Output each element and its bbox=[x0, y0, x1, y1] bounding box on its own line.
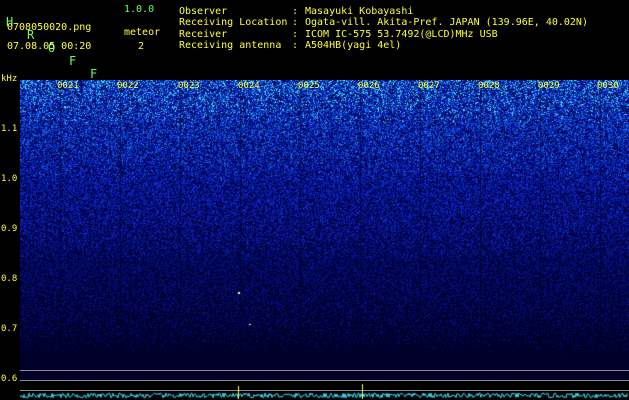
location-value: Ogata-vill. Akita-Pref. JAPAN (139.96E, … bbox=[305, 17, 588, 28]
time-tick-label: 0021 bbox=[57, 81, 79, 91]
time-tick-label: 0030 bbox=[597, 81, 619, 91]
observer-label: Observer bbox=[179, 6, 228, 17]
receiver-value: ICOM IC-575 53.7492(@LCD)MHz USB bbox=[305, 29, 498, 40]
y-tick-label: 0.9 bbox=[1, 224, 18, 234]
time-tick-label: 0023 bbox=[178, 81, 200, 91]
y-axis-unit: kHz bbox=[1, 74, 18, 84]
time-tick-label: 0028 bbox=[478, 81, 500, 91]
antenna-sep: : bbox=[292, 40, 299, 51]
location-label: Receiving Location bbox=[179, 17, 288, 28]
y-tick-label: 0.8 bbox=[1, 274, 18, 284]
y-tick-label: 1.1 bbox=[1, 124, 18, 134]
time-tick-label: 0024 bbox=[238, 81, 260, 91]
event-count: 2 bbox=[138, 41, 145, 52]
y-tick-label: 0.6 bbox=[1, 374, 18, 384]
observer-value: Masayuki Kobayashi bbox=[305, 6, 414, 17]
title-letter: F bbox=[69, 54, 77, 68]
antenna-value: A504HB(yagi 4el) bbox=[305, 40, 402, 51]
time-tick-label: 0025 bbox=[298, 81, 320, 91]
location-sep: : bbox=[292, 17, 299, 28]
receiver-sep: : bbox=[292, 29, 299, 40]
event-type: meteor bbox=[124, 27, 161, 38]
signal-level-trace bbox=[20, 380, 629, 400]
receiver-label: Receiver bbox=[179, 29, 228, 40]
y-tick-label: 1.0 bbox=[1, 174, 18, 184]
spectrogram-canvas bbox=[20, 80, 629, 380]
image-filename: 0708050020.png bbox=[7, 22, 92, 33]
reference-line bbox=[20, 370, 629, 371]
antenna-label: Receiving antenna bbox=[179, 40, 282, 51]
time-tick-label: 0022 bbox=[117, 81, 139, 91]
time-tick-label: 0026 bbox=[358, 81, 380, 91]
hrofft-screen: H R O F F T 1.0.0 0708050020.png meteor … bbox=[0, 0, 629, 400]
y-tick-label: 0.7 bbox=[1, 324, 18, 334]
time-tick-label: 0029 bbox=[538, 81, 560, 91]
app-version: 1.0.0 bbox=[124, 4, 155, 15]
time-tick-label: 0027 bbox=[418, 81, 440, 91]
observation-datetime: 07.08.05 00:20 bbox=[7, 41, 92, 52]
observer-sep: : bbox=[292, 6, 299, 17]
